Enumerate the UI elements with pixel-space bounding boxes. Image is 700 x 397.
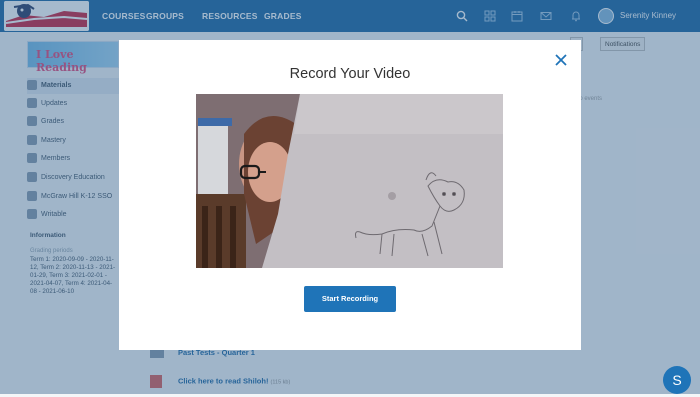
chat-button[interactable]: S <box>663 366 691 394</box>
modal-title: Record Your Video <box>289 66 411 82</box>
close-icon[interactable] <box>553 52 569 68</box>
record-video-modal: Record Your Video Start Recording <box>119 40 581 350</box>
start-recording-button[interactable]: Start Recording <box>304 286 396 312</box>
webcam-preview <box>196 94 503 268</box>
